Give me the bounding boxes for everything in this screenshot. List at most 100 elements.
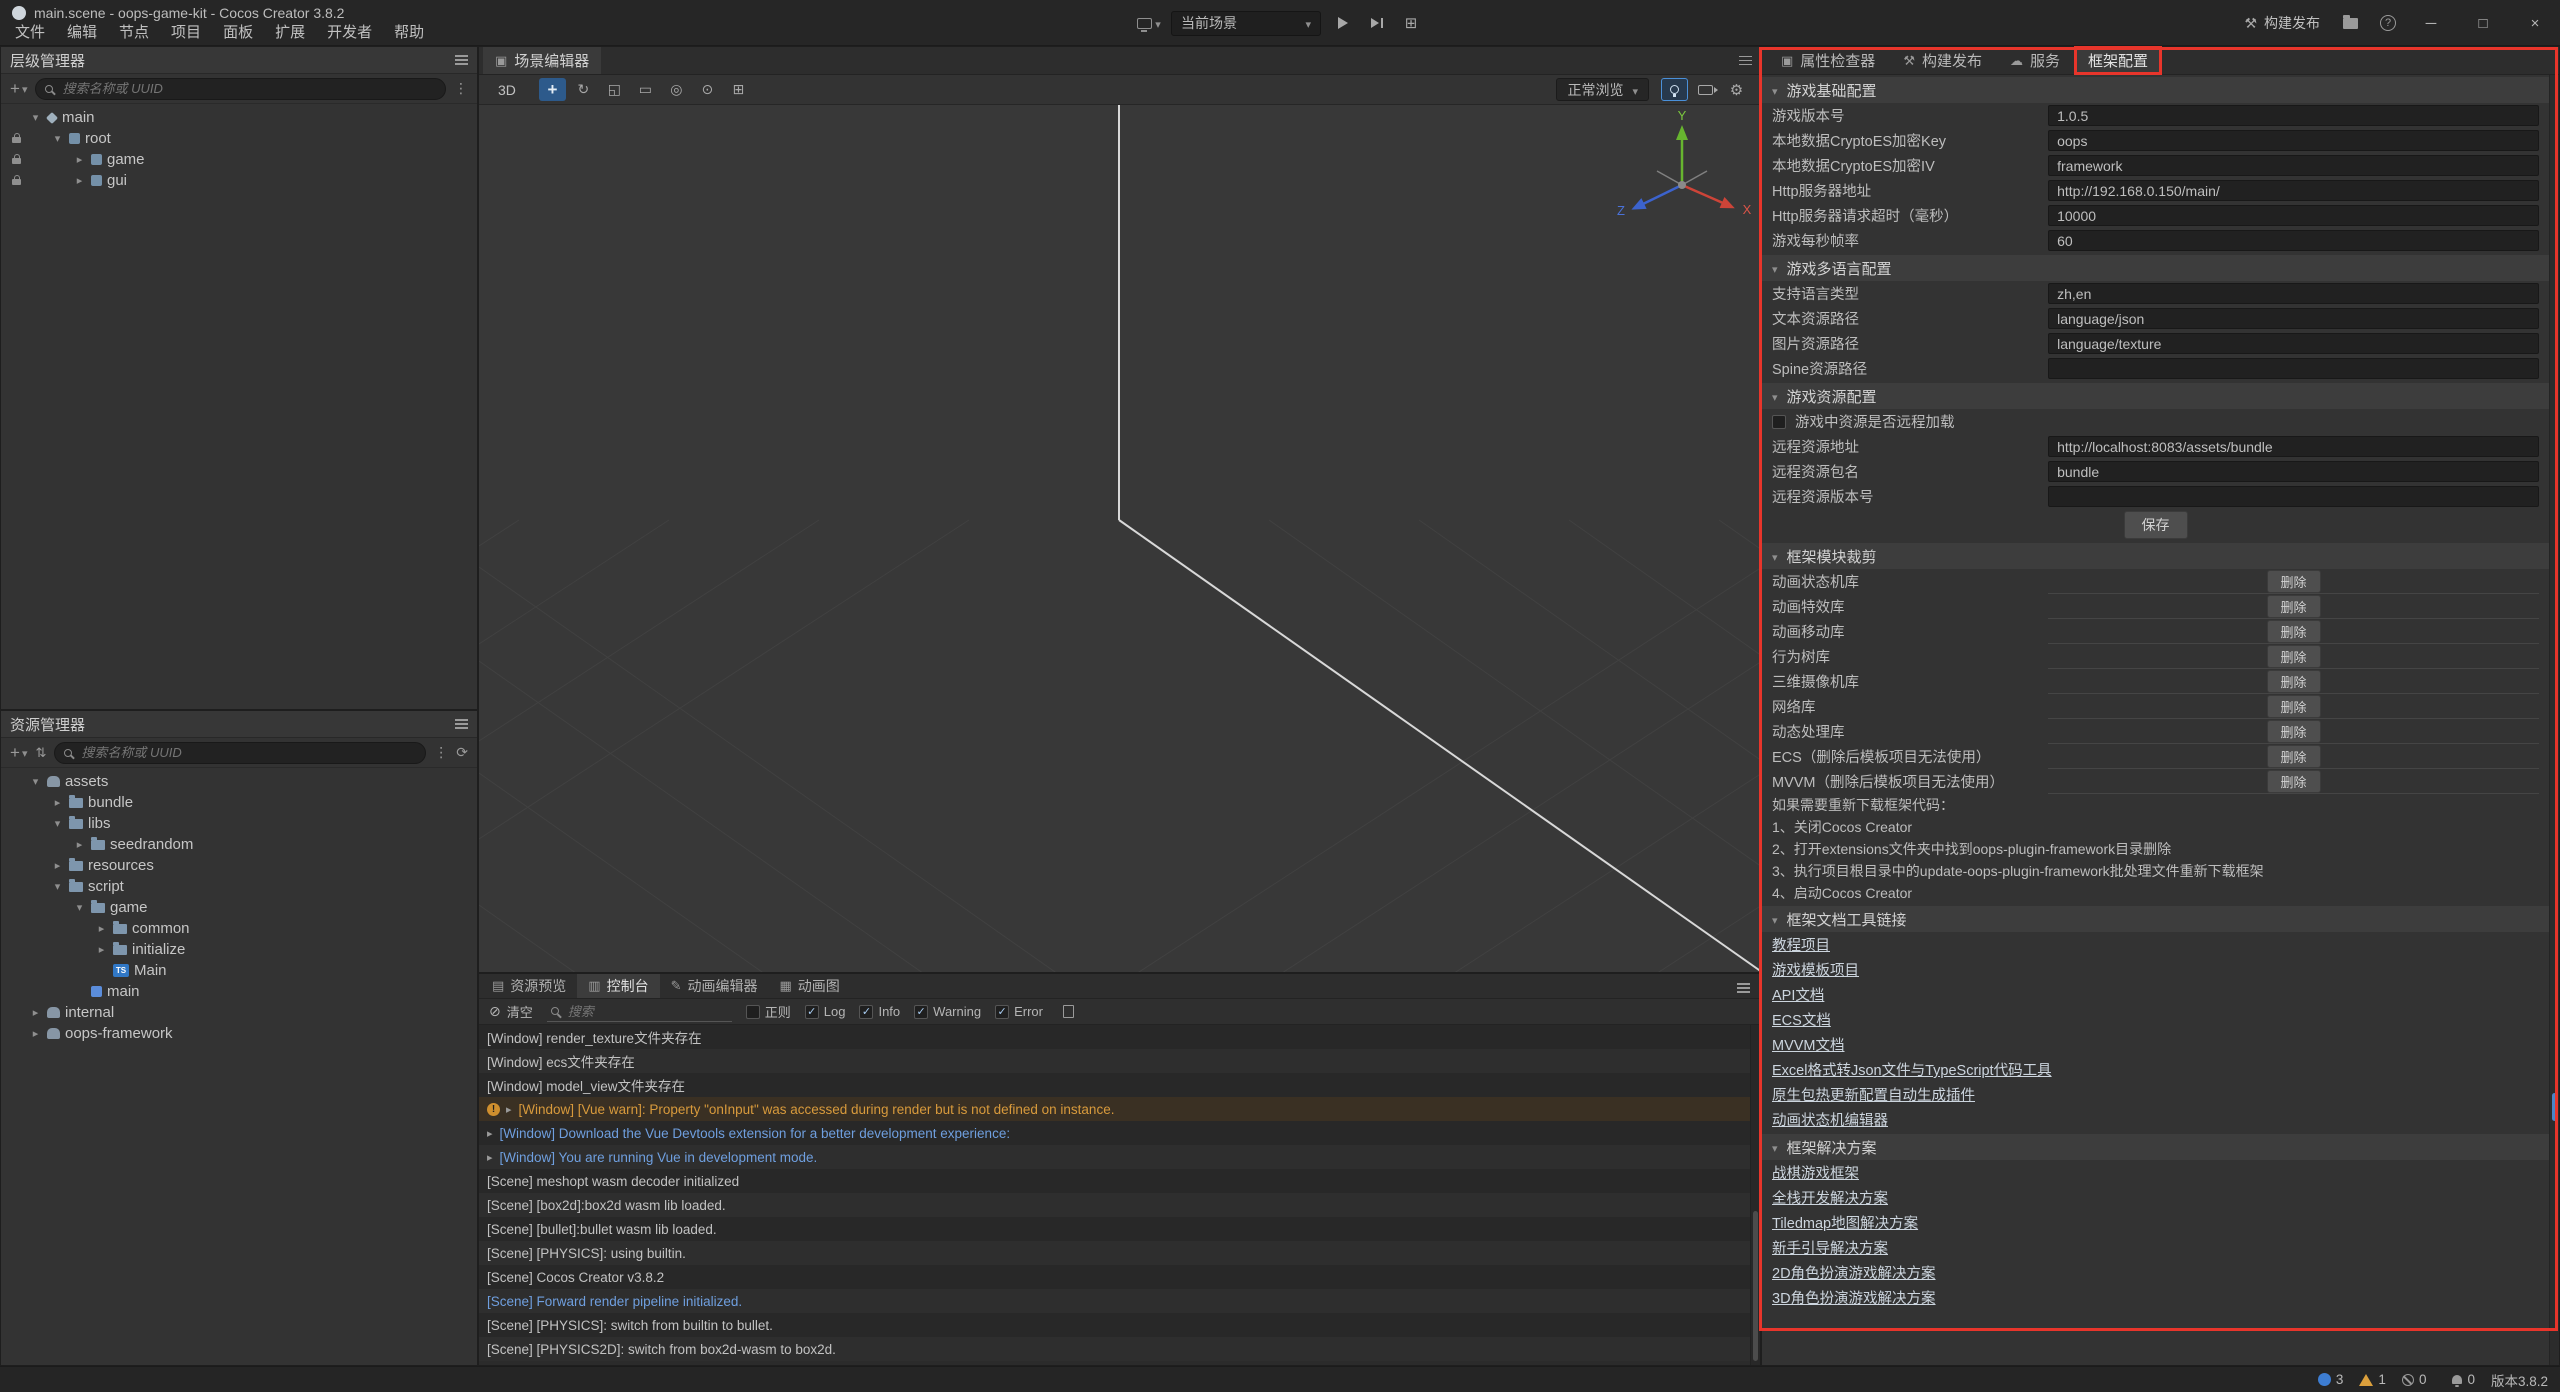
- move-tool-icon[interactable]: [539, 78, 566, 101]
- rect-tool-icon[interactable]: [632, 78, 659, 101]
- asset-node[interactable]: common: [1, 918, 477, 939]
- delete-module-button[interactable]: 删除: [2267, 745, 2321, 768]
- asset-node[interactable]: oops-framework: [1, 1023, 477, 1044]
- assets-search-input[interactable]: [79, 744, 416, 761]
- solution-link[interactable]: 战棋游戏框架: [1772, 1162, 1859, 1183]
- delete-module-button[interactable]: 删除: [2267, 570, 2321, 593]
- console-log-row[interactable]: [Window] ecs文件夹存在: [479, 1049, 1750, 1073]
- refresh-icon[interactable]: [456, 744, 468, 761]
- expander-icon[interactable]: [95, 922, 108, 935]
- menu-item[interactable]: 扩展: [264, 19, 316, 44]
- console-log-row[interactable]: [Scene] Forward render pipeline initiali…: [479, 1289, 1750, 1313]
- expander-icon[interactable]: [29, 1027, 42, 1040]
- hierarchy-filter-icon[interactable]: [454, 80, 468, 97]
- property-input[interactable]: [2048, 333, 2539, 354]
- hierarchy-node[interactable]: main: [1, 107, 477, 128]
- doc-link[interactable]: 动画状态机编辑器: [1772, 1109, 1888, 1130]
- save-button[interactable]: 保存: [2124, 511, 2188, 539]
- expander-icon[interactable]: [51, 132, 64, 145]
- build-publish-button[interactable]: 构建发布: [2244, 13, 2320, 33]
- hierarchy-search-input[interactable]: [60, 80, 436, 97]
- camera-settings-button[interactable]: [1692, 78, 1719, 101]
- console-log-row[interactable]: [Scene] [box2d]:box2d wasm lib loaded.: [479, 1193, 1750, 1217]
- console-log-row[interactable]: [Scene] meshopt wasm decoder initialized: [479, 1169, 1750, 1193]
- section-header-docs[interactable]: 框架文档工具链接: [1762, 906, 2549, 932]
- lighting-toggle-button[interactable]: [1661, 78, 1688, 101]
- console-log-row[interactable]: [Scene] [PHYSICS]: using builtin.: [479, 1241, 1750, 1265]
- section-header-basic[interactable]: 游戏基础配置: [1762, 77, 2549, 103]
- doc-link[interactable]: 原生包热更新配置自动生成插件: [1772, 1084, 1975, 1105]
- delete-module-button[interactable]: 删除: [2267, 595, 2321, 618]
- solution-link[interactable]: 2D角色扮演游戏解决方案: [1772, 1262, 1936, 1283]
- device-preview-button[interactable]: [1137, 11, 1161, 35]
- property-input[interactable]: [2048, 436, 2539, 457]
- delete-module-button[interactable]: 删除: [2267, 670, 2321, 693]
- orientation-gizmo[interactable]: Y X Z: [1607, 107, 1757, 257]
- expander-icon[interactable]: [29, 1006, 42, 1019]
- section-header-modules[interactable]: 框架模块裁剪: [1762, 543, 2549, 569]
- view-mode-dropdown[interactable]: 正常浏览: [1556, 78, 1649, 101]
- pivot-toggle-icon[interactable]: [694, 78, 721, 101]
- create-node-button[interactable]: [10, 80, 27, 97]
- panel-menu-icon[interactable]: [1737, 987, 1750, 989]
- asset-node[interactable]: initialize: [1, 939, 477, 960]
- console-search-input[interactable]: [566, 1003, 728, 1020]
- console-log-row[interactable]: [Scene] [bullet]:bullet wasm lib loaded.: [479, 1217, 1750, 1241]
- expander-icon[interactable]: [73, 901, 86, 914]
- regex-toggle[interactable]: 正则: [746, 1002, 791, 1021]
- property-input[interactable]: [2048, 461, 2539, 482]
- asset-node[interactable]: internal: [1, 1002, 477, 1023]
- log-export-icon[interactable]: [1063, 1005, 1074, 1018]
- scene-select-dropdown[interactable]: 当前场景: [1171, 11, 1321, 36]
- asset-node[interactable]: assets: [1, 771, 477, 792]
- minimize-button[interactable]: ─: [2414, 15, 2448, 32]
- inspector-tab[interactable]: 服务: [1997, 47, 2073, 74]
- property-input[interactable]: [2048, 486, 2539, 507]
- doc-link[interactable]: 教程项目: [1772, 934, 1830, 955]
- section-header-resource[interactable]: 游戏资源配置: [1762, 383, 2549, 409]
- log-filter-checkbox[interactable]: Log: [805, 1004, 846, 1019]
- console-log-row[interactable]: [Window] You are running Vue in developm…: [479, 1145, 1750, 1169]
- scale-tool-icon[interactable]: [601, 78, 628, 101]
- expander-icon[interactable]: [51, 859, 64, 872]
- console-log-row[interactable]: [Window] Download the Vue Devtools exten…: [479, 1121, 1750, 1145]
- notification-count[interactable]: 0: [2442, 1372, 2475, 1387]
- expander-icon[interactable]: [29, 111, 42, 124]
- inspector-scrollbar[interactable]: [2549, 75, 2559, 1365]
- delete-module-button[interactable]: 删除: [2267, 620, 2321, 643]
- solution-link[interactable]: 新手引导解决方案: [1772, 1237, 1888, 1258]
- asset-node[interactable]: Main: [1, 960, 477, 981]
- expander-icon[interactable]: [29, 775, 42, 788]
- expander-icon[interactable]: [73, 153, 86, 166]
- doc-link[interactable]: Excel格式转Json文件与TypeScript代码工具: [1772, 1059, 2052, 1080]
- property-input[interactable]: [2048, 105, 2539, 126]
- menu-item[interactable]: 节点: [108, 19, 160, 44]
- hierarchy-node[interactable]: game: [1, 149, 477, 170]
- console-log-row[interactable]: [Window] model_view文件夹存在: [479, 1073, 1750, 1097]
- delete-module-button[interactable]: 删除: [2267, 645, 2321, 668]
- expander-icon[interactable]: [95, 943, 108, 956]
- delete-module-button[interactable]: 删除: [2267, 770, 2321, 793]
- info-count[interactable]: 3: [2318, 1372, 2344, 1387]
- layout-grid-button[interactable]: [1399, 11, 1423, 35]
- property-input[interactable]: [2048, 283, 2539, 304]
- inspector-tab[interactable]: 属性检查器: [1768, 47, 1888, 74]
- asset-node[interactable]: main: [1, 981, 477, 1002]
- property-input[interactable]: [2048, 180, 2539, 201]
- delete-module-button[interactable]: 删除: [2267, 720, 2321, 743]
- delete-module-button[interactable]: 删除: [2267, 695, 2321, 718]
- console-log-row[interactable]: [Window] [Vue warn]: Property "onInput" …: [479, 1097, 1750, 1121]
- scene-settings-button[interactable]: [1723, 78, 1750, 101]
- scrollbar-thumb[interactable]: [2552, 1093, 2557, 1121]
- asset-node[interactable]: bundle: [1, 792, 477, 813]
- lock-icon[interactable]: [12, 158, 21, 164]
- panel-menu-icon[interactable]: [1739, 60, 1752, 62]
- hierarchy-node[interactable]: root: [1, 128, 477, 149]
- create-asset-button[interactable]: [10, 744, 27, 761]
- console-tab[interactable]: 控制台: [577, 974, 659, 998]
- property-input[interactable]: [2048, 155, 2539, 176]
- panel-menu-icon[interactable]: [455, 723, 468, 725]
- console-log-row[interactable]: [Scene] [PHYSICS2D]: switch from box2d-w…: [479, 1337, 1750, 1361]
- doc-link[interactable]: 游戏模板项目: [1772, 959, 1859, 980]
- maximize-button[interactable]: □: [2466, 15, 2500, 32]
